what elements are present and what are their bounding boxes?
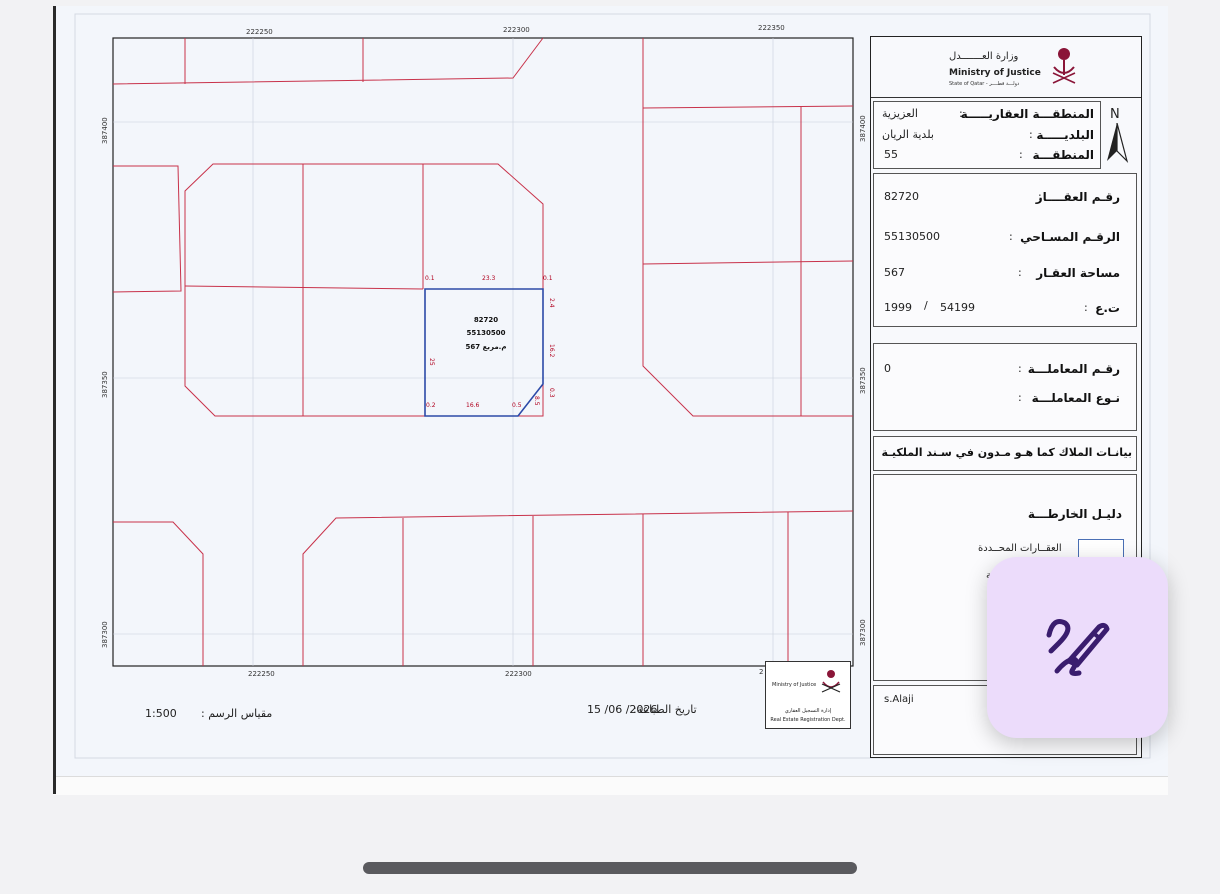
dim-bottom-corner: 0.5 [512,402,522,409]
transaction-no-value: 0 [884,362,891,375]
coord-top-2: 222300 [503,26,530,34]
zone-label: المنطقـــة العقاريـــــة [960,107,1094,121]
dim-right-top: 2.4 [548,298,555,308]
tg-label: ت.ع [1095,301,1120,315]
coord-right-1: 387400 [859,115,867,142]
transaction-type-label: نـوع المعاملـــة [1031,391,1120,405]
ministry-name-en: Ministry of Justice [949,68,1041,78]
dim-right: 16.2 [548,344,555,358]
dim-top-left: 0.1 [425,275,435,282]
sheet-bottom-band [53,776,1168,795]
property-no-label: رقـم العقــــار [1035,190,1120,204]
stamp-dept-en: Real Estate Registration Dept. [770,717,846,723]
owners-heading: بيانـات الملاك كما هـو مـدون في سـند الم… [881,446,1132,459]
ministry-state: State of Qatar - دولـــة قطــــر [949,81,1020,87]
home-indicator[interactable] [363,862,857,874]
municipality-value: بلدية الريان [882,128,934,141]
stamp-dept-ar: إدارة التسجيل العقاري [784,708,832,714]
dim-bottom: 16.6 [466,402,480,409]
print-date-value: 15 /06 /2026 [587,703,658,716]
colon: : [1019,148,1023,161]
plot-survey-number: 55130500 [466,329,506,337]
owners-heading-box: بيانـات الملاك كما هـو مـدون في سـند الم… [873,436,1137,471]
stamp-emblem-icon [821,670,841,693]
coord-bottom-3: 2 [759,668,764,676]
legend-title: دليـل الخارطـــة [1027,507,1122,521]
coord-bottom-1: 222250 [248,670,275,678]
coord-top-1: 222250 [246,28,273,36]
scale-label: مقياس الرسم : [201,707,273,720]
coord-left-2: 387350 [101,371,109,398]
transaction-box: رقـم المعاملـــة : 0 نـوع المعاملـــة : [873,343,1137,431]
dim-top-right: 0.1 [543,275,553,282]
dim-left: 25 [428,358,435,366]
legend-item-label: العقــارات المحــددة [978,543,1062,554]
colon: : [1038,190,1042,203]
stamp-ministry: Ministry of Justice [772,682,817,688]
coord-left-1: 387400 [101,117,109,144]
colon: : [1018,391,1022,404]
tg-year: 1999 [884,301,912,314]
survey-no-label: الرقـم المسـاحي [1020,230,1120,244]
sheet-left-edge [53,6,56,794]
property-box: رقـم العقــــار : 82720 الرقـم المسـاحي … [873,173,1137,327]
parcel-lines [112,37,854,666]
ministry-header: وزارة العـــــــدل Ministry of Justice S… [871,37,1141,98]
colon: : [1029,128,1033,141]
property-area-value: 567 [884,266,905,279]
dim-right-corner: 0.3 [548,388,555,398]
property-no-value: 82720 [884,190,919,203]
plot-area: م.مربع 567 [465,343,507,351]
zone-box: المنطقـــة العقاريـــــة : العزيزية البل… [873,101,1101,169]
dim-top: 23.3 [482,275,496,282]
zone-value: العزيزية [882,107,918,120]
survey-no-value: 55130500 [884,230,940,243]
plot-outline [424,288,544,417]
markup-edit-button[interactable] [987,557,1168,738]
scale-value: 1:500 [145,707,177,720]
coord-bottom-2: 222300 [505,670,532,678]
tg-separator: / [924,299,928,312]
municipality-label: البلديـــــة [1036,128,1094,142]
plot-number: 82720 [473,316,499,324]
area-label: المنطقـــة [1032,148,1094,162]
user-name: s.Alaji [884,694,914,705]
colon: : [959,107,963,120]
qatar-emblem-icon [1052,48,1076,84]
transaction-no-label: رقـم المعاملـــة [1027,362,1120,376]
ministry-name-ar: وزارة العـــــــدل [949,51,1019,62]
north-label: N [1110,107,1120,122]
tg-number: 54199 [940,301,975,314]
colon: : [1009,230,1013,243]
map-grid [113,38,853,666]
coord-right-3: 387300 [859,619,867,646]
ministry-stamp: Ministry of Justice إدارة التسجيل العقار… [765,661,851,729]
north-arrow-icon [1107,123,1129,163]
dim-bottom-left: 0.2 [426,402,436,409]
area-value: 55 [884,148,898,161]
map-frame [112,37,854,667]
colon: : [1018,266,1022,279]
coord-top-3: 222350 [758,24,785,32]
pen-edit-icon [1046,619,1110,676]
coord-left-3: 387300 [101,621,109,648]
colon: : [1084,301,1088,314]
colon: : [1018,362,1022,375]
dim-bottom-right: 8.5 [533,396,540,406]
property-area-label: مساحة العقـار [1036,266,1120,280]
coord-right-2: 387350 [859,367,867,394]
